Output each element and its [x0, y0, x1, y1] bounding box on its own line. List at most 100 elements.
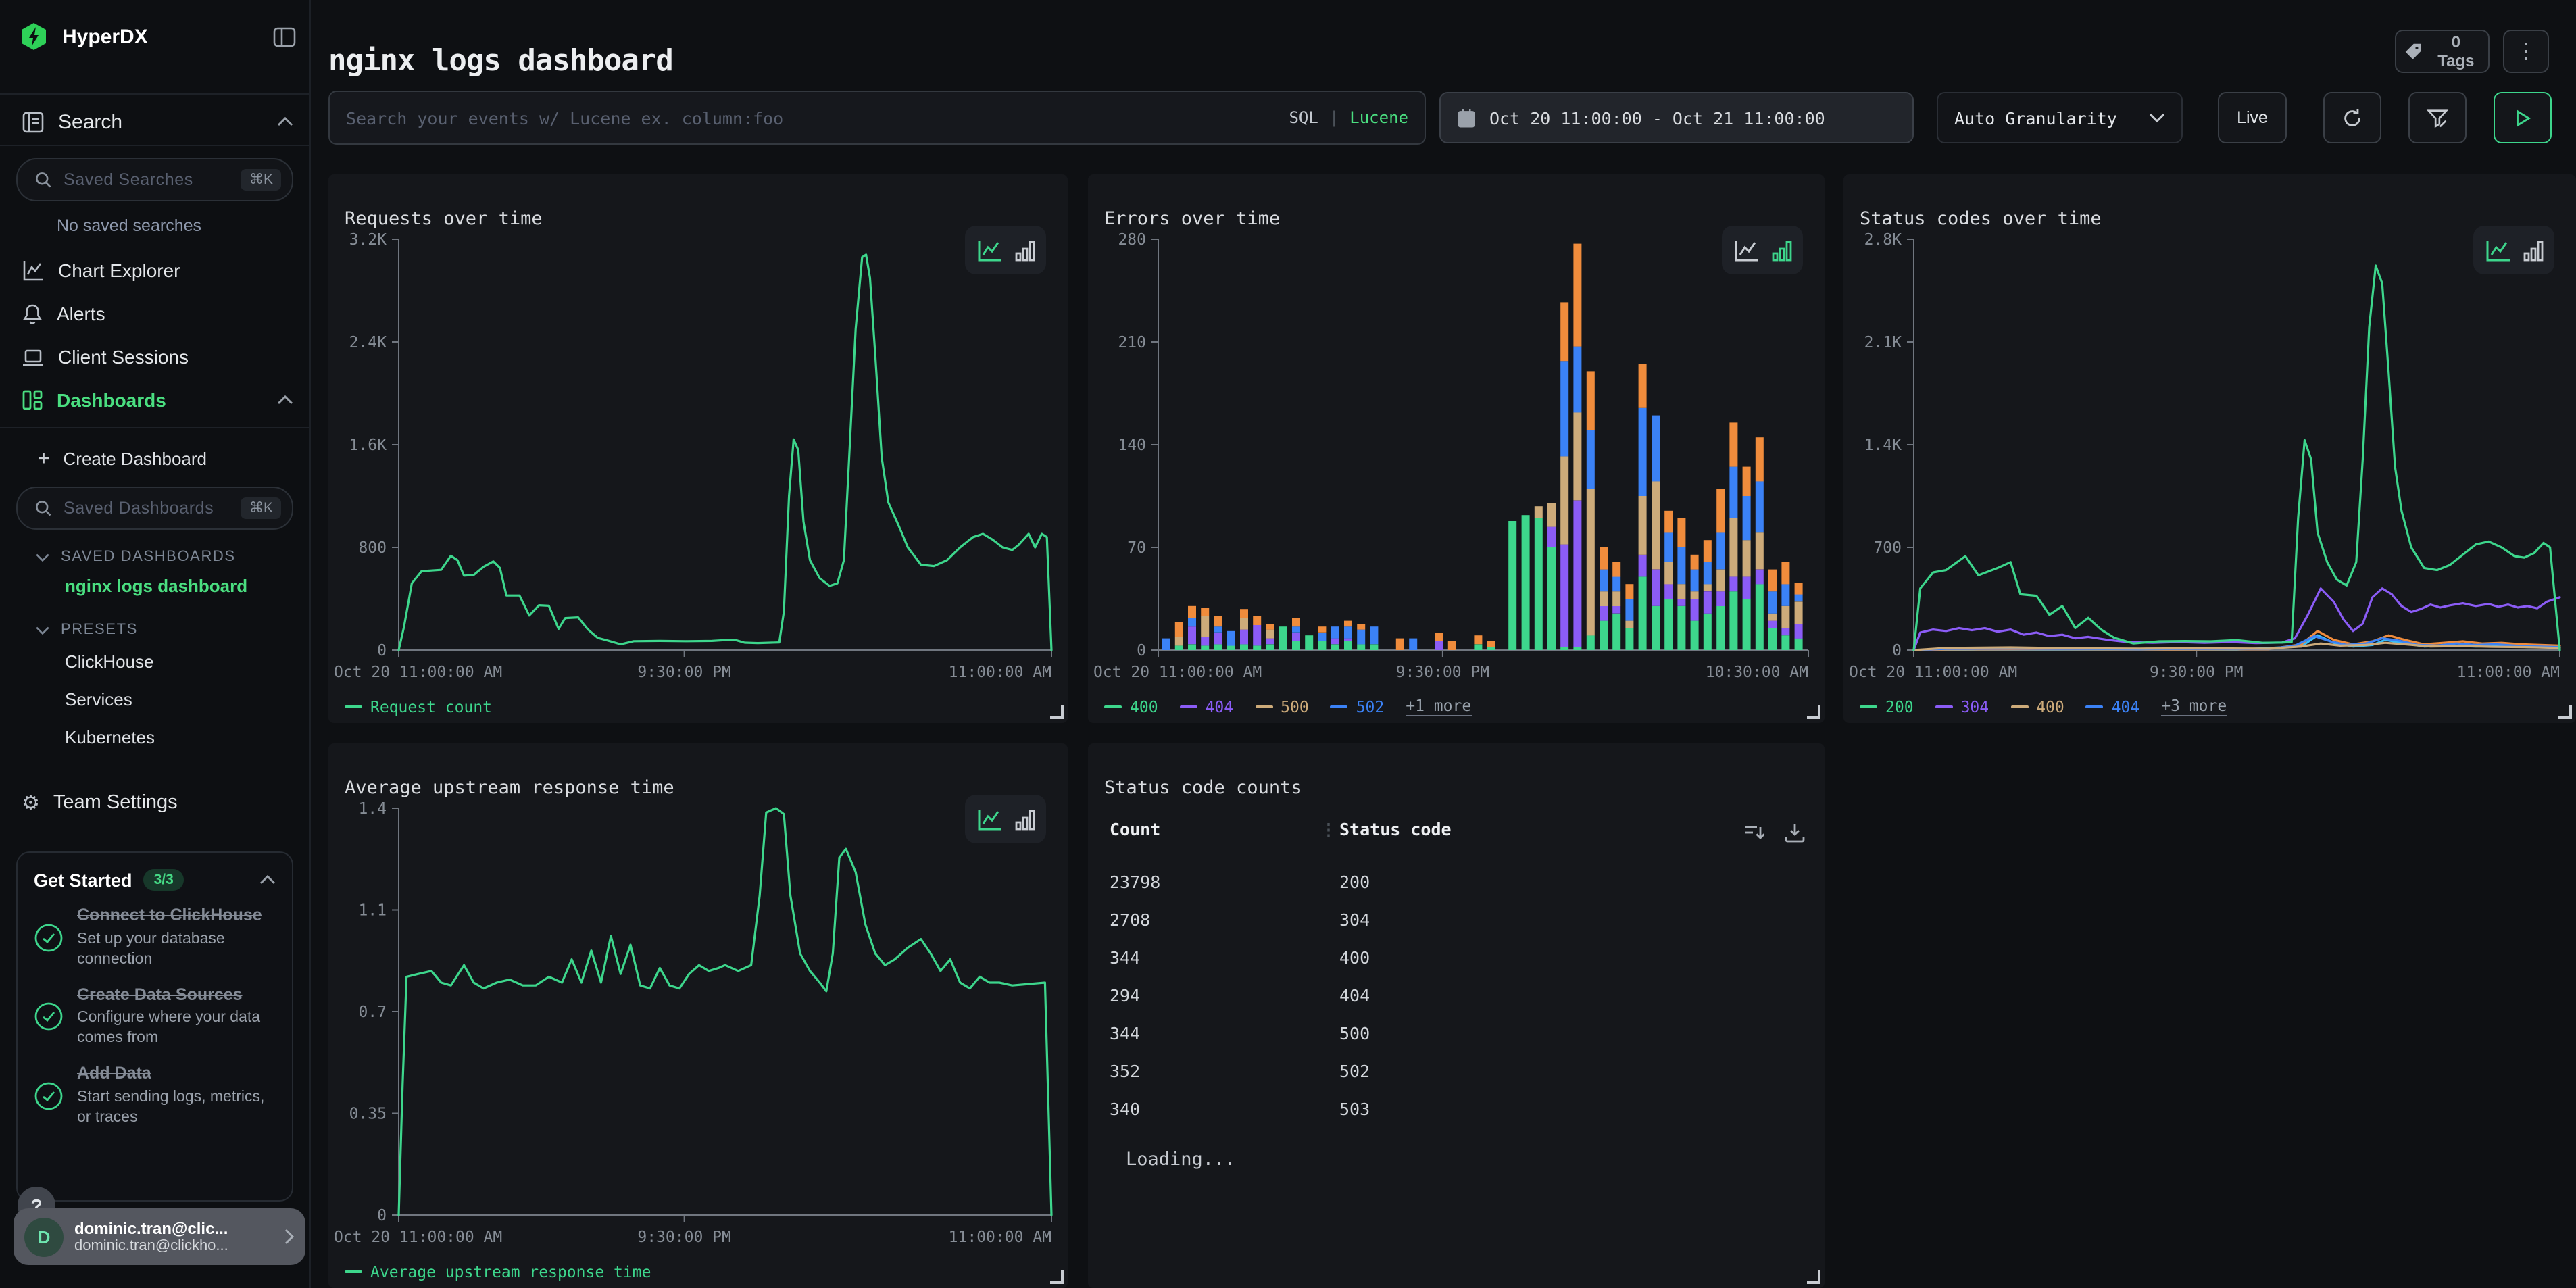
legend-item[interactable]: 304 [1935, 697, 1989, 716]
legend-item[interactable]: 400 [2010, 697, 2064, 716]
column-resize-handle[interactable]: ⋮ [1320, 820, 1337, 839]
avg-upstream-response-time-chart[interactable]: 00.350.71.11.4Oct 20 11:00:00 AM9:30:00 … [328, 743, 1068, 1288]
column-header-count[interactable]: Count [1110, 819, 1160, 839]
svg-text:11:00:00 AM: 11:00:00 AM [949, 1229, 1051, 1246]
user-menu[interactable]: D dominic.tran@clic... dominic.tran@clic… [14, 1208, 305, 1265]
svg-text:9:30:00 PM: 9:30:00 PM [637, 1229, 730, 1246]
filter-button[interactable] [2408, 92, 2467, 143]
legend-item[interactable]: 502 [1331, 697, 1385, 716]
panel-resize-handle[interactable] [1050, 1270, 1064, 1284]
legend-item[interactable]: Request count [345, 697, 492, 716]
status-codes-over-time-chart[interactable]: 07001.4K2.1K2.8KOct 20 11:00:00 AM9:30:0… [1843, 174, 2576, 723]
legend-item[interactable]: 200 [1860, 697, 1914, 716]
chart-type-toggle[interactable] [1722, 226, 1803, 274]
sidebar-item-alerts[interactable]: Alerts [22, 295, 293, 332]
line-chart-icon[interactable] [976, 808, 1002, 831]
chart-type-toggle[interactable] [965, 795, 1046, 843]
svg-text:9:30:00 PM: 9:30:00 PM [1396, 664, 1489, 681]
sidebar-item-team-settings[interactable]: ⚙ Team Settings [22, 784, 293, 822]
app-root: HyperDX Search Saved Searches ⌘K No save… [0, 0, 2576, 1288]
requests-over-time-chart[interactable]: 08001.6K2.4K3.2KOct 20 11:00:00 AM9:30:0… [328, 174, 1068, 723]
bar-chart-icon[interactable] [1014, 808, 1035, 831]
saved-searches-input[interactable]: Saved Searches ⌘K [16, 158, 293, 201]
sidebar-item-chart-explorer[interactable]: Chart Explorer [22, 251, 293, 289]
svg-text:2.1K: 2.1K [1864, 334, 1902, 351]
sql-option[interactable]: SQL [1289, 108, 1318, 127]
saved-dashboards-placeholder: Saved Dashboards [64, 499, 230, 518]
sidebar-item-dashboards[interactable]: Dashboards [22, 381, 293, 419]
panel-avg-upstream-response-time: Average upstream response time 00.350.71… [328, 743, 1068, 1288]
section-header-label: PRESETS [61, 622, 138, 638]
panel-resize-handle[interactable] [1050, 705, 1064, 719]
event-search-input[interactable] [330, 92, 1425, 143]
table-header: Count ⋮ Status code [1104, 819, 1808, 851]
sidebar-item-clickhouse[interactable]: ClickHouse [65, 651, 154, 672]
brand-row: HyperDX [19, 16, 296, 57]
sidebar-item-services[interactable]: Services [65, 689, 132, 710]
panel-title: Status codes over time [1860, 207, 2102, 229]
divider [0, 145, 309, 146]
granularity-select[interactable]: Auto Granularity [1937, 92, 2183, 143]
sidebar-item-label: Alerts [57, 303, 105, 324]
panel-resize-handle[interactable] [1807, 1270, 1820, 1284]
line-chart-icon[interactable] [2485, 239, 2510, 262]
legend-item[interactable]: 404 [2086, 697, 2140, 716]
tags-button[interactable]: 0 Tags [2395, 30, 2490, 73]
page-title: nginx logs dashboard [328, 44, 673, 78]
chevron-down-icon [2149, 112, 2165, 123]
presets-section-header[interactable]: PRESETS [35, 616, 293, 643]
get-started-step[interactable]: Add Data Start sending logs, metrics, or… [34, 1064, 276, 1128]
legend-item[interactable]: 404 [1180, 697, 1234, 716]
get-started-header[interactable]: Get Started 3/3 [34, 869, 276, 891]
saved-dashboards-section-header[interactable]: SAVED DASHBOARDS [35, 543, 293, 570]
plus-icon: + [38, 448, 50, 468]
legend-more[interactable]: +3 more [2161, 697, 2227, 716]
panel-resize-handle[interactable] [2558, 705, 2572, 719]
chart-legend: Request count [345, 697, 492, 716]
panel-resize-handle[interactable] [1807, 705, 1820, 719]
chart-type-toggle[interactable] [965, 226, 1046, 274]
legend-more[interactable]: +1 more [1406, 697, 1471, 716]
run-query-button[interactable] [2494, 92, 2552, 143]
bar-chart-icon[interactable] [1771, 239, 1791, 262]
chart-type-toggle[interactable] [2473, 226, 2554, 274]
brand-name: HyperDX [62, 25, 148, 48]
chevron-up-icon [259, 874, 276, 885]
get-started-step[interactable]: Connect to ClickHouse Set up your databa… [34, 906, 276, 970]
live-button[interactable]: Live [2218, 92, 2287, 143]
sidebar-item-client-sessions[interactable]: Client Sessions [22, 338, 293, 376]
line-chart-icon[interactable] [1733, 239, 1759, 262]
bar-chart-icon[interactable] [1014, 239, 1035, 262]
get-started-step[interactable]: Create Data Sources Configure where your… [34, 985, 276, 1049]
svg-text:11:00:00 AM: 11:00:00 AM [949, 664, 1051, 681]
svg-text:210: 210 [1118, 334, 1146, 351]
lucene-option[interactable]: Lucene [1349, 108, 1408, 127]
query-language-toggle[interactable]: SQL | Lucene [1289, 92, 1408, 143]
svg-text:9:30:00 PM: 9:30:00 PM [637, 664, 730, 681]
errors-over-time-chart[interactable]: 070140210280Oct 20 11:00:00 AM9:30:00 PM… [1088, 174, 1825, 723]
refresh-icon [2341, 106, 2364, 129]
bar-chart-icon[interactable] [2523, 239, 2543, 262]
refresh-button[interactable] [2323, 92, 2381, 143]
saved-dashboards-input[interactable]: Saved Dashboards ⌘K [16, 487, 293, 530]
column-header-status-code[interactable]: Status code [1339, 819, 1452, 839]
avatar: D [24, 1217, 64, 1256]
more-options-button[interactable]: ⋮ [2503, 30, 2549, 73]
legend-item[interactable]: 400 [1104, 697, 1158, 716]
arrange-columns-icon[interactable] [1743, 822, 1765, 843]
line-chart-icon[interactable] [976, 239, 1002, 262]
get-started-progress-badge: 3/3 [143, 869, 184, 891]
cell-status-code: 200 [1339, 871, 1370, 891]
sidebar-item-search[interactable]: Search [22, 99, 293, 145]
download-icon[interactable] [1784, 822, 1806, 843]
legend-item[interactable]: Average upstream response time [345, 1262, 651, 1281]
collapse-sidebar-icon[interactable] [273, 26, 296, 47]
sidebar-item-nginx-logs-dashboard[interactable]: nginx logs dashboard [65, 576, 247, 596]
date-range-picker[interactable]: Oct 20 11:00:00 - Oct 21 11:00:00 [1439, 92, 1914, 143]
legend-item[interactable]: 500 [1255, 697, 1309, 716]
svg-text:280: 280 [1118, 231, 1146, 249]
cell-count: 352 [1110, 1060, 1339, 1081]
create-dashboard-button[interactable]: + Create Dashboard [38, 441, 293, 476]
table-row: 344400 [1110, 938, 1808, 976]
sidebar-item-kubernetes[interactable]: Kubernetes [65, 727, 155, 747]
